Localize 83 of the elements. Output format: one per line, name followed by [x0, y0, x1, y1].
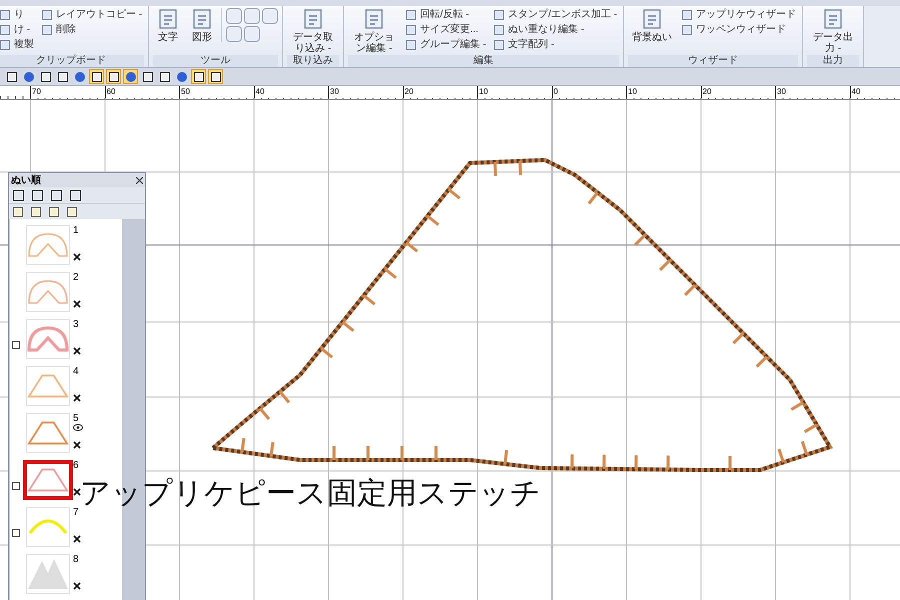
thumbnail-drawing: [28, 559, 68, 589]
cross-icon: [73, 394, 81, 402]
item-number: 2: [73, 272, 79, 283]
ribbon-button[interactable]: 複製: [0, 38, 36, 52]
toolbar-button[interactable]: [55, 69, 70, 84]
tool-icon[interactable]: [51, 190, 62, 200]
ribbon-large-button[interactable]: データ取り込み -: [287, 8, 340, 54]
group-label: 出力: [807, 55, 860, 67]
thumbnail-drawing: [27, 232, 69, 258]
toolbar-button[interactable]: [4, 69, 19, 84]
ribbon-large-button[interactable]: オプション編集 -: [348, 8, 400, 54]
tool-icon: [157, 8, 180, 30]
item-number: 4: [73, 366, 79, 377]
ribbon-large-button[interactable]: 図形: [187, 8, 218, 43]
cross-icon: [73, 300, 81, 308]
tool-icon[interactable]: [13, 190, 24, 200]
panel-title: ぬい順: [11, 174, 41, 188]
item-number: 6: [73, 460, 79, 471]
tool-icon: [494, 25, 504, 35]
tool-icon: [363, 8, 386, 30]
thumbnail-drawing: [27, 373, 69, 399]
thumbnail-drawing: [27, 326, 69, 352]
tool-icon: [494, 40, 504, 50]
expand-icon[interactable]: [12, 482, 20, 490]
item-number: 3: [73, 319, 79, 330]
ribbon-button[interactable]: け -: [0, 23, 36, 37]
tool-icon: [406, 10, 416, 20]
ribbon-button[interactable]: ぬい重なり編集 -: [492, 23, 620, 37]
toolbar-button[interactable]: [106, 69, 121, 84]
ribbon-button[interactable]: レイアウトコピー -: [40, 8, 144, 22]
toolbar-button[interactable]: [89, 69, 104, 84]
thumbnail-drawing: [27, 279, 69, 305]
group-label: 取り込み: [287, 55, 340, 67]
ribbon-button[interactable]: り: [0, 8, 36, 22]
ribbon-large-button[interactable]: データ出力 -: [807, 8, 860, 54]
expand-icon[interactable]: [12, 341, 20, 349]
toolbar-button[interactable]: [191, 69, 206, 84]
expand-icon[interactable]: [12, 529, 20, 537]
tool-icon: [406, 40, 416, 50]
toolbar-button[interactable]: [208, 69, 223, 84]
tool-icon: [406, 25, 416, 35]
ribbon-button[interactable]: ワッペンウィザード: [680, 23, 798, 37]
ribbon-button[interactable]: サイズ変更...: [404, 23, 488, 37]
thumbnail-drawing: [27, 420, 69, 446]
ribbon-button[interactable]: スタンプ/エンボス加工 -: [492, 8, 620, 22]
tool-icon: [641, 8, 664, 30]
cross-icon: [73, 347, 81, 355]
close-icon[interactable]: [136, 176, 143, 184]
item-number: 7: [73, 507, 79, 518]
tool-icon: [302, 8, 324, 30]
item-number: 8: [73, 554, 79, 565]
cross-icon: [73, 441, 81, 449]
ribbon-button[interactable]: 文字配列 -: [492, 38, 620, 52]
item-number: 5: [73, 413, 79, 424]
tool-icon[interactable]: [70, 190, 81, 200]
group-label: ツール: [153, 55, 278, 67]
thumbnail-drawing: [27, 467, 69, 493]
tool-icon: [191, 8, 214, 30]
toolbar-button[interactable]: [140, 69, 155, 84]
ribbon-button[interactable]: グループ編集 -: [404, 38, 488, 52]
cross-icon: [73, 582, 81, 590]
toolbar-button[interactable]: [38, 69, 53, 84]
ribbon-button[interactable]: 削除: [40, 23, 144, 37]
sewing-item-thumbnail[interactable]: [23, 460, 73, 500]
callout-text: アップリケピース固定用ステッチ: [80, 478, 541, 510]
ribbon-large-button[interactable]: 文字: [153, 8, 184, 43]
tool-icon: [494, 10, 504, 20]
group-label: ウィザード: [628, 55, 798, 67]
ribbon-large-button[interactable]: 背景ぬい: [628, 8, 676, 43]
cross-icon: [73, 253, 81, 261]
toolbar-button[interactable]: [157, 69, 172, 84]
cross-icon: [73, 488, 81, 496]
thumbnail-drawing: [28, 519, 68, 535]
ribbon-button[interactable]: アップリケウィザード: [680, 8, 798, 22]
item-number: 1: [73, 225, 79, 236]
ribbon-button[interactable]: 回転/反転 -: [404, 8, 488, 22]
cross-icon: [73, 535, 81, 543]
group-label: クリップボード: [0, 55, 144, 67]
tool-icon: [682, 25, 692, 35]
tool-icon: [682, 10, 692, 20]
group-label: 編集: [348, 55, 620, 67]
tool-icon: [822, 8, 844, 30]
tool-icon[interactable]: [32, 190, 43, 200]
